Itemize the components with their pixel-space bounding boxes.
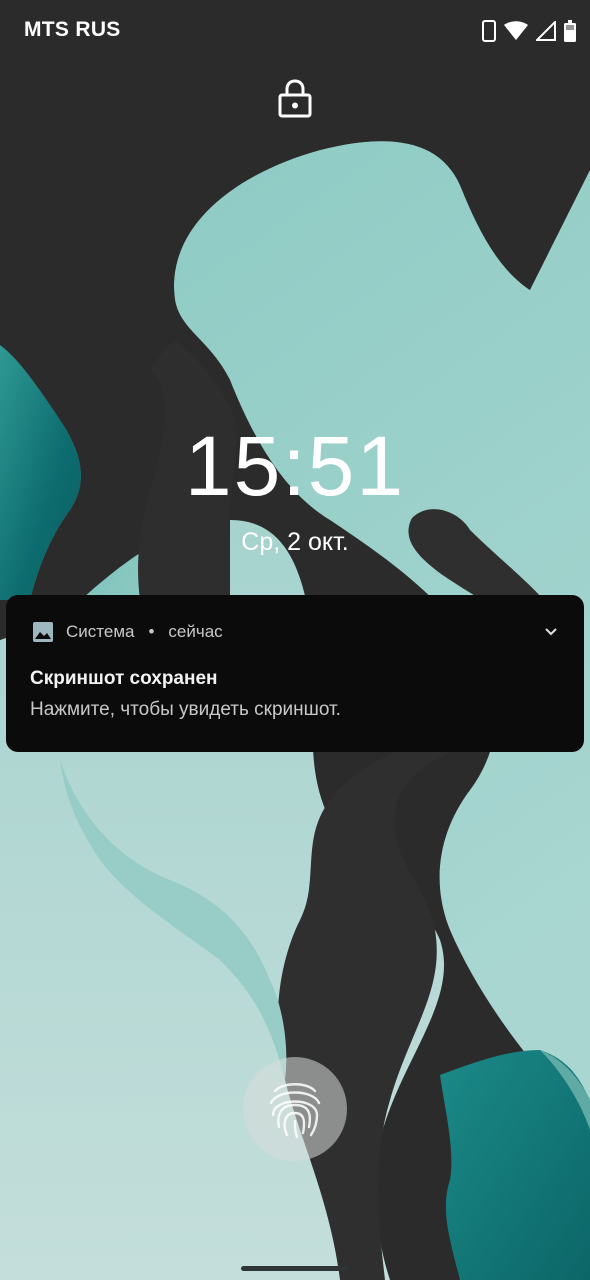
navigation-handle[interactable]: [241, 1266, 349, 1271]
notification-separator: •: [148, 622, 155, 641]
image-icon: [33, 622, 53, 642]
notification-text: Нажмите, чтобы увидеть скриншот.: [30, 699, 341, 720]
carrier-name: MTS RUS: [24, 18, 121, 41]
notification-card[interactable]: Система • сейчас Скриншот сохранен Нажмите…: [6, 595, 584, 752]
notification-timestamp: сейчас: [168, 622, 223, 641]
notification-title: Скриншот сохранен: [30, 668, 218, 689]
lock-icon[interactable]: [277, 78, 313, 118]
status-bar: MTS RUS: [0, 0, 590, 62]
chevron-down-icon[interactable]: [544, 625, 558, 639]
battery-icon: [564, 20, 576, 42]
lockscreen-date: Ср, 2 окт.: [241, 528, 349, 556]
fingerprint-icon: [269, 1083, 321, 1139]
wifi-icon: [504, 21, 528, 40]
lockscreen-clock: 15:51: [184, 419, 406, 513]
fingerprint-sensor[interactable]: [243, 1057, 347, 1161]
lock-screen: MTS RUS 15:51 Ср, 2 окт. Система • сейча…: [0, 0, 590, 1280]
status-icons: [482, 18, 576, 44]
phone-icon: [482, 20, 496, 42]
signal-icon: [536, 21, 556, 41]
notification-header: Система • сейчас: [32, 620, 223, 644]
notification-app-name: Система: [66, 622, 135, 641]
